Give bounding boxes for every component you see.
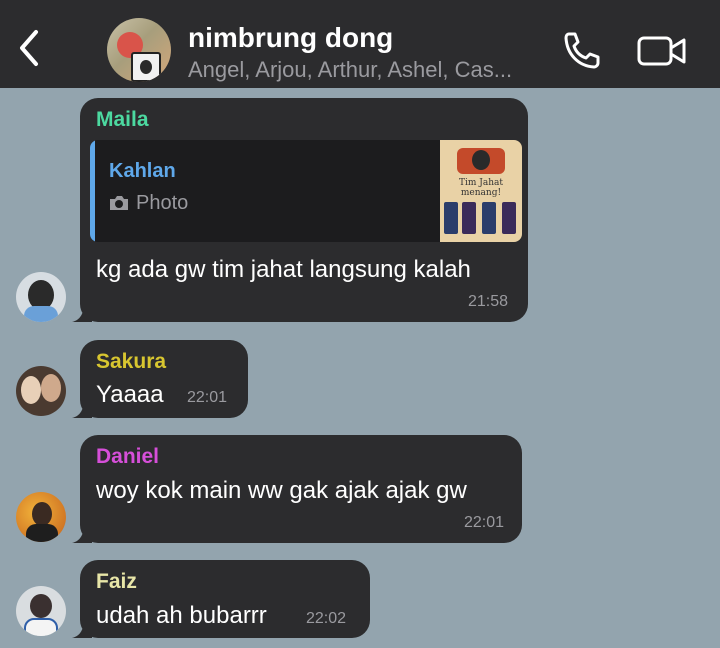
skull-icon: [457, 148, 505, 174]
thumbnail-caption: Tim Jahat menang!: [458, 178, 504, 198]
avatar[interactable]: [16, 586, 66, 636]
message-bubble[interactable]: Faiz udah ah bubarrr 22:02: [72, 560, 370, 638]
message-text: kg ada gw tim jahat langsung kalah: [96, 256, 471, 283]
call-button[interactable]: [560, 30, 604, 70]
group-avatar[interactable]: [107, 18, 171, 82]
reply-preview[interactable]: Kahlan Photo Tim Jahat menang!: [90, 140, 522, 242]
sender-name[interactable]: Faiz: [96, 570, 137, 594]
message-time: 22:01: [463, 514, 504, 531]
reply-thumbnail: Tim Jahat menang!: [440, 140, 522, 242]
sender-name[interactable]: Sakura: [96, 350, 166, 374]
message-bubble[interactable]: Maila Kahlan Photo Tim Jahat menang! kg …: [72, 98, 528, 322]
chat-header: nimbrung dong Angel, Arjou, Arthur, Ashe…: [0, 0, 720, 88]
reply-accent-bar: [90, 140, 95, 242]
sender-name[interactable]: Daniel: [96, 445, 159, 469]
avatar[interactable]: [16, 492, 66, 542]
message-time: 22:02: [306, 610, 347, 627]
camera-icon: [110, 196, 128, 210]
reply-type: Photo: [136, 192, 189, 214]
bubble-tail: [72, 302, 92, 322]
avatar[interactable]: [16, 366, 66, 416]
phone-icon: [564, 32, 600, 69]
message-bubble[interactable]: Sakura Yaaaa 22:01: [72, 340, 248, 418]
video-camera-icon: [637, 36, 686, 66]
avatar[interactable]: [16, 272, 66, 322]
sender-name[interactable]: Maila: [96, 108, 149, 132]
bubble-tail: [72, 398, 92, 418]
chat-members[interactable]: Angel, Arjou, Arthur, Ashel, Cas...: [188, 57, 512, 83]
message-text: Yaaaa: [96, 381, 164, 408]
bubble-tail: [72, 618, 92, 638]
bubble-tail: [72, 523, 92, 543]
group-avatar-inset-photo: [131, 52, 161, 82]
message-text: udah ah bubarrr: [96, 602, 267, 629]
back-button[interactable]: [14, 28, 46, 68]
chat-title[interactable]: nimbrung dong: [188, 22, 393, 54]
message-time: 21:58: [467, 293, 508, 310]
message-time: 22:01: [187, 389, 228, 406]
message-text: woy kok main ww gak ajak ajak gw: [96, 477, 467, 504]
message-bubble[interactable]: Daniel woy kok main ww gak ajak ajak gw …: [72, 435, 522, 543]
reply-sender: Kahlan: [109, 160, 176, 182]
video-call-button[interactable]: [636, 33, 688, 69]
chevron-left-icon: [20, 30, 38, 66]
